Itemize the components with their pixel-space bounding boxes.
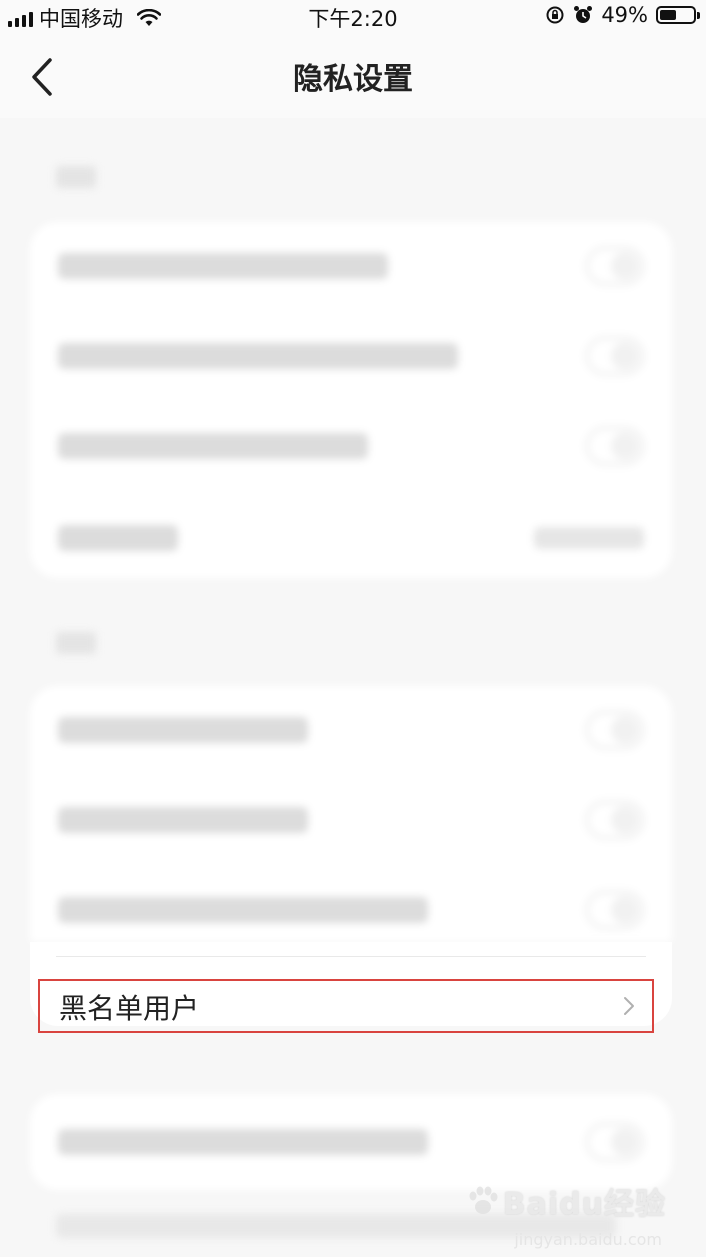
settings-row[interactable] [58,880,644,940]
watermark-url: jingyan.baidu.com [514,1230,662,1249]
settings-card [30,222,672,578]
battery-icon [656,6,700,24]
alarm-icon [574,6,593,23]
toggle-switch[interactable] [586,427,644,465]
battery-percent: 49% [601,3,648,27]
section-label [56,632,96,654]
settings-card [30,1094,672,1190]
toggle-switch[interactable] [586,337,644,375]
page-title: 隐私设置 [293,62,413,97]
blacklist-users-row[interactable]: 黑名单用户 [38,979,654,1033]
settings-row[interactable] [58,326,644,386]
settings-card [30,686,672,942]
baidu-watermark: Baidu经验 [465,1179,666,1223]
chevron-right-icon [624,997,634,1015]
toggle-switch[interactable] [586,1123,644,1161]
blurred-settings [0,118,706,1257]
rotation-lock-icon [546,6,564,24]
paw-icon [469,1186,498,1214]
settings-row[interactable] [58,508,644,568]
settings-row[interactable] [58,236,644,296]
watermark-brand: Baidu经验 [502,1187,666,1222]
toggle-switch[interactable] [586,711,644,749]
toggle-switch[interactable] [586,247,644,285]
settings-row[interactable] [58,790,644,850]
settings-row[interactable] [58,1112,644,1172]
toggle-switch[interactable] [586,801,644,839]
status-right: 49% [545,3,700,27]
blacklist-users-label: 黑名单用户 [59,992,200,1025]
nav-bar: 隐私设置 [0,34,706,118]
status-bar: 中国移动 下午2:20 49% [0,0,706,34]
toggle-switch[interactable] [586,891,644,929]
section-label [56,166,96,188]
divider [56,956,646,957]
settings-row[interactable] [58,416,644,476]
settings-row[interactable] [58,700,644,760]
